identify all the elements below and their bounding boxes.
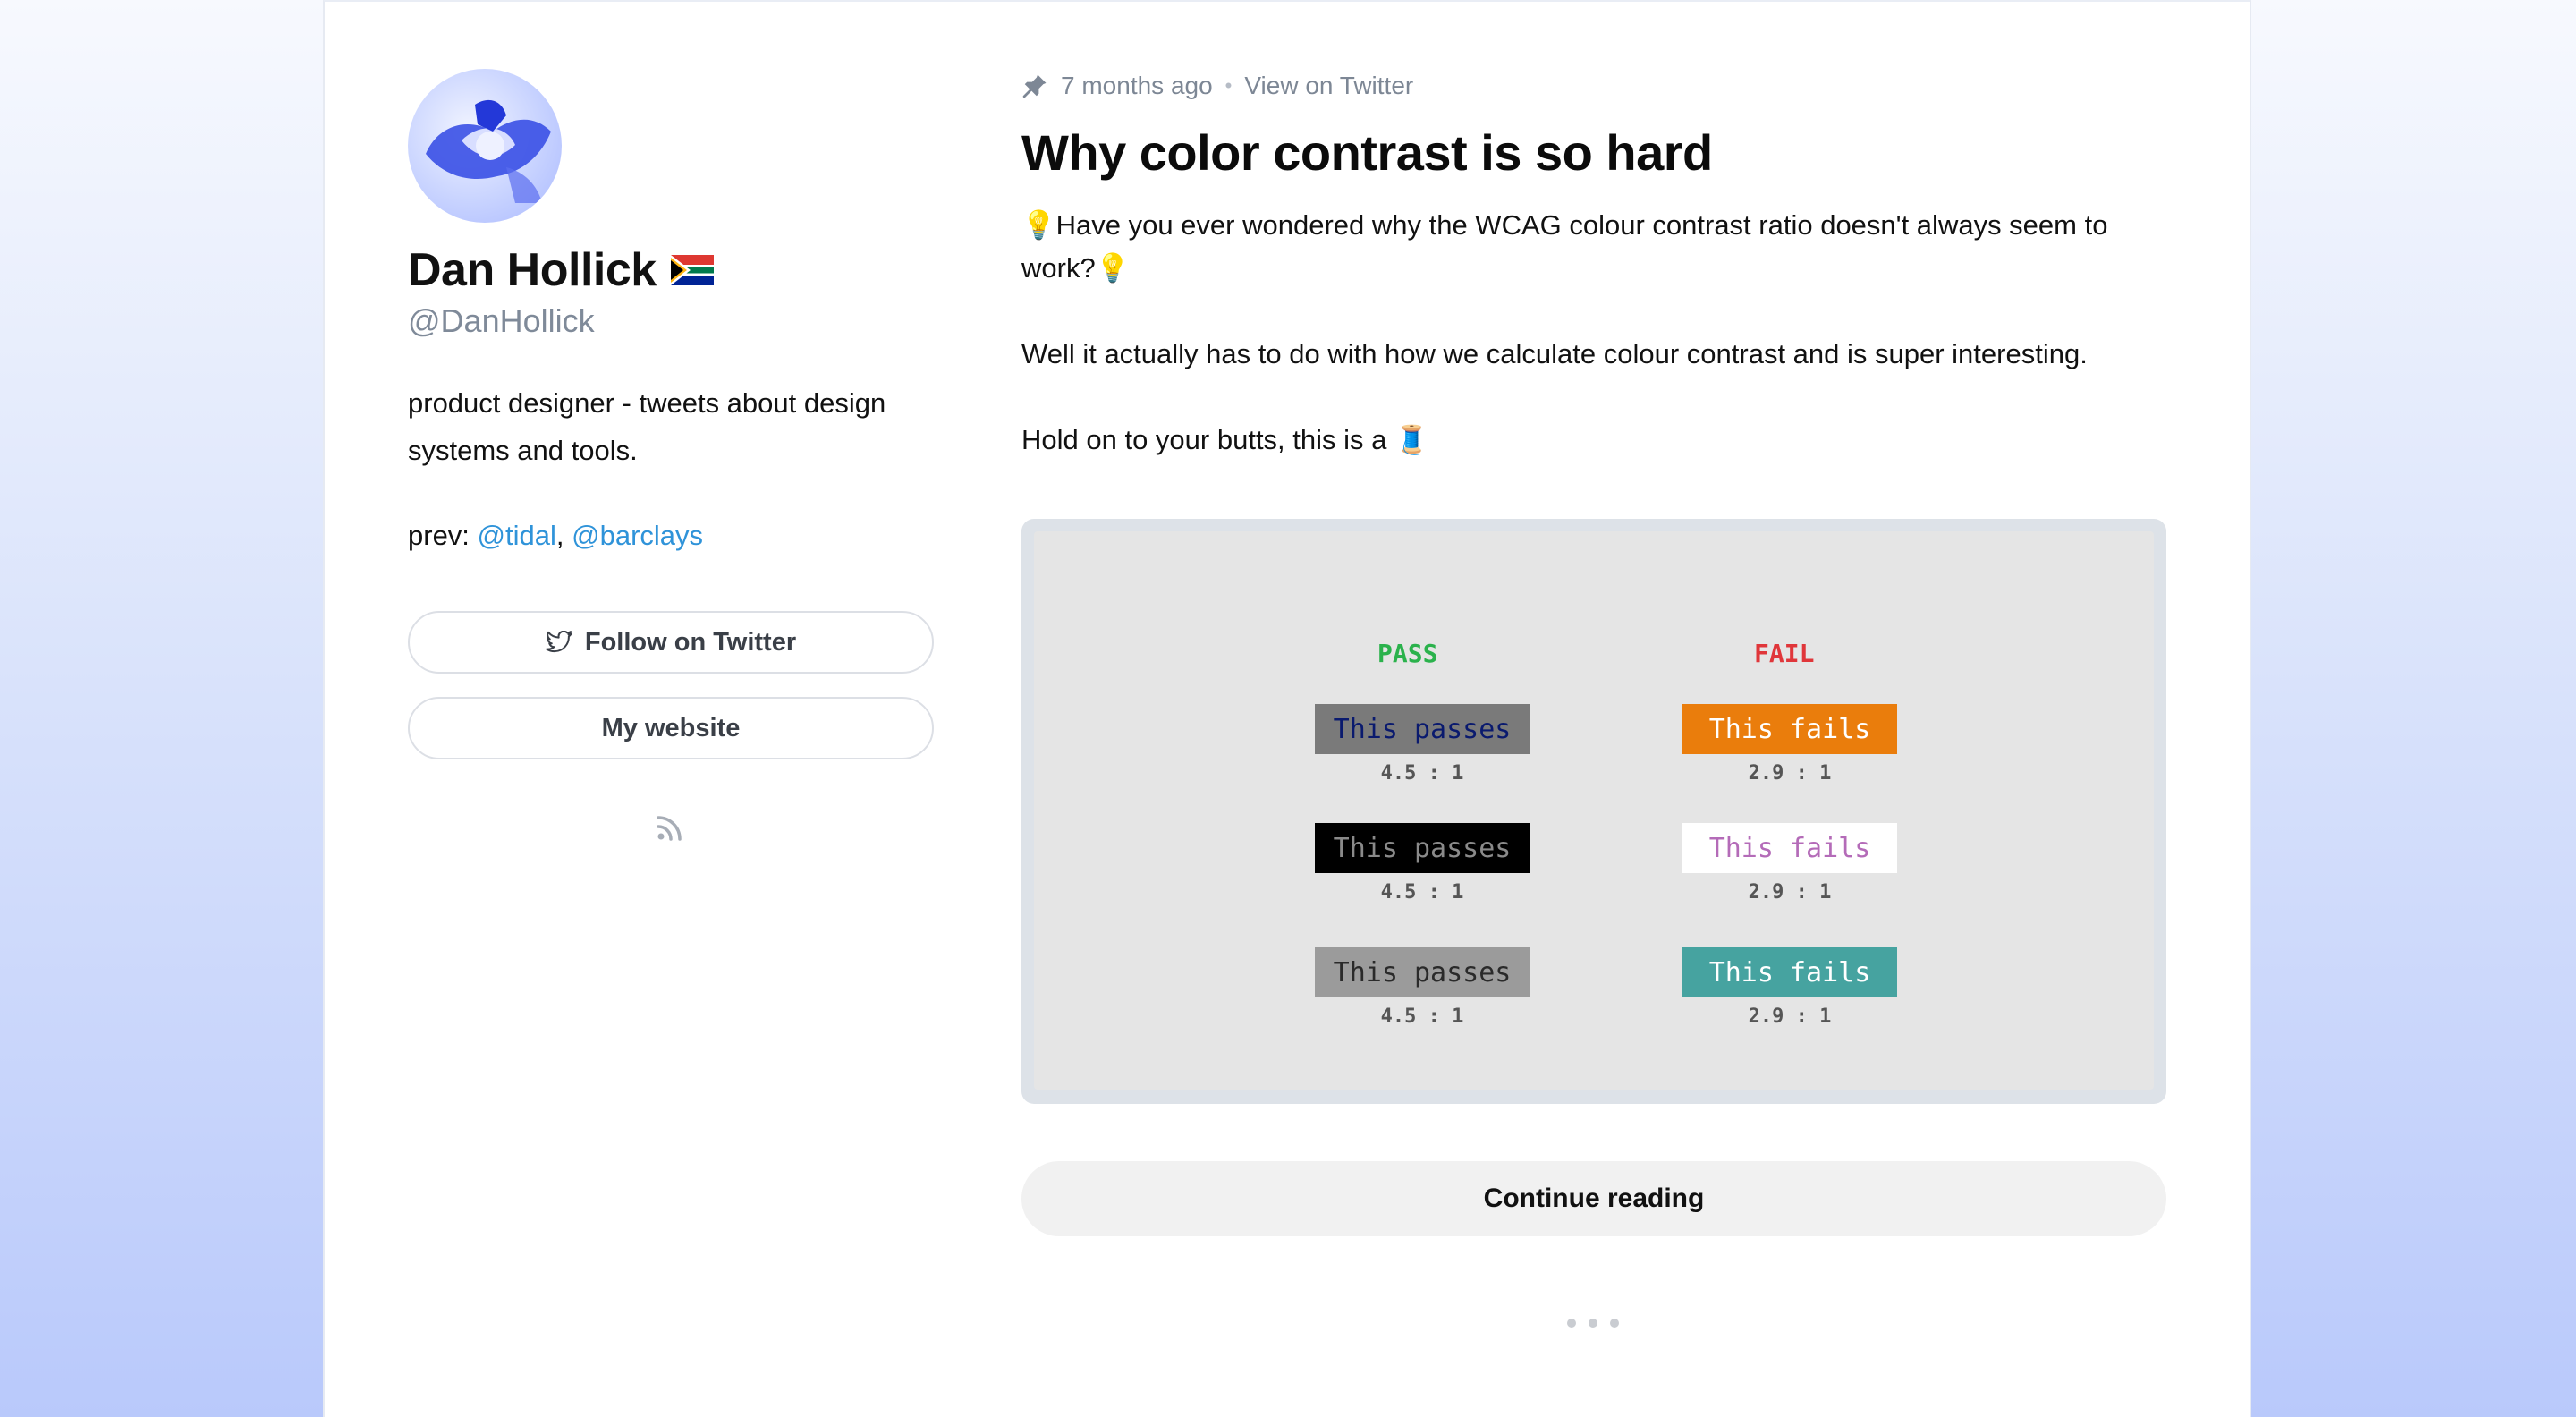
link-barclays[interactable]: @barclays xyxy=(572,520,703,551)
pass-ratio: 4.5 : 1 xyxy=(1380,1005,1464,1028)
south-africa-flag-icon xyxy=(670,255,714,285)
post-image[interactable]: PASS FAIL This passes 4.5 : 1 This passe… xyxy=(1021,519,2166,1104)
profile-name-row: Dan Hollick xyxy=(408,243,714,297)
rss-icon[interactable] xyxy=(655,812,685,843)
twitter-bird-icon xyxy=(546,631,572,653)
view-on-twitter-link[interactable]: View on Twitter xyxy=(1244,72,1413,100)
pass-sample: This passes xyxy=(1315,704,1530,754)
fail-ratio: 2.9 : 1 xyxy=(1748,881,1832,904)
avatar-image xyxy=(426,99,551,203)
continue-reading-button[interactable]: Continue reading xyxy=(1021,1161,2166,1236)
fail-sample: This fails xyxy=(1682,947,1897,997)
post-meta: 7 months ago • View on Twitter xyxy=(1021,72,1413,100)
contrast-examples-graphic: PASS FAIL This passes 4.5 : 1 This passe… xyxy=(1034,531,2154,1090)
my-website-button[interactable]: My website xyxy=(408,697,934,759)
profile-name: Dan Hollick xyxy=(408,244,657,296)
post-paragraph: 💡Have you ever wondered why the WCAG col… xyxy=(1021,209,2108,284)
profile-prev: prev: @tidal, @barclays xyxy=(408,520,703,552)
post-body: 💡Have you ever wondered why the WCAG col… xyxy=(1021,204,2175,462)
prev-separator: , xyxy=(555,520,564,551)
pass-heading: PASS xyxy=(1377,639,1438,668)
link-tidal[interactable]: @tidal xyxy=(478,520,556,551)
loading-dot xyxy=(1589,1319,1597,1328)
meta-separator: • xyxy=(1224,74,1233,97)
pass-ratio: 4.5 : 1 xyxy=(1380,881,1464,904)
follow-on-twitter-button[interactable]: Follow on Twitter xyxy=(408,611,934,674)
fail-sample: This fails xyxy=(1682,704,1897,754)
pass-sample: This passes xyxy=(1315,947,1530,997)
fail-ratio: 2.9 : 1 xyxy=(1748,762,1832,785)
post-paragraph: Well it actually has to do with how we c… xyxy=(1021,338,2088,369)
pass-sample: This passes xyxy=(1315,823,1530,873)
fail-ratio: 2.9 : 1 xyxy=(1748,1005,1832,1028)
post-paragraph: Hold on to your butts, this is a 🧵 xyxy=(1021,424,1429,455)
prev-label: prev: xyxy=(408,520,470,551)
loading-dot xyxy=(1610,1319,1619,1328)
post-time[interactable]: 7 months ago xyxy=(1061,72,1213,100)
pass-ratio: 4.5 : 1 xyxy=(1380,762,1464,785)
loading-dots-icon xyxy=(1567,1319,1619,1328)
profile-handle: @DanHollick xyxy=(408,302,595,339)
profile-bio: product designer - tweets about design s… xyxy=(408,387,886,466)
website-label: My website xyxy=(601,713,741,742)
fail-sample: This fails xyxy=(1682,823,1897,873)
follow-label: Follow on Twitter xyxy=(584,627,797,657)
fail-heading: FAIL xyxy=(1754,639,1815,668)
loading-dot xyxy=(1567,1319,1576,1328)
pin-icon xyxy=(1022,74,1046,98)
avatar[interactable] xyxy=(408,69,562,223)
post-title[interactable]: Why color contrast is so hard xyxy=(1021,123,1713,182)
